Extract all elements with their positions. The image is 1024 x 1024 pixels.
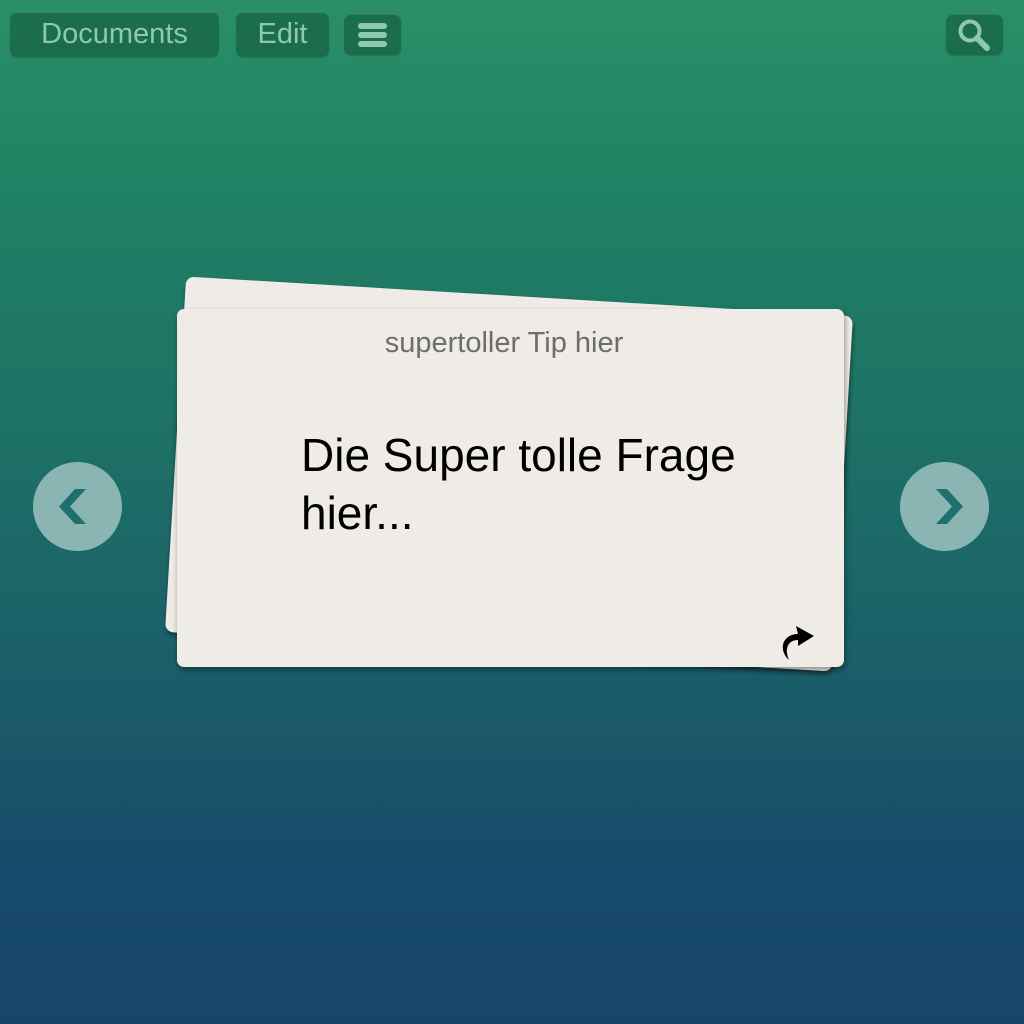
flip-card-button[interactable] [774,619,818,663]
card-question-text: Die Super tolle Frage hier... [301,429,736,539]
previous-card-button[interactable] [33,462,122,551]
curved-arrow-flip-icon [782,626,814,660]
search-button[interactable] [946,14,1003,55]
chevron-right-icon [936,489,963,524]
edit-button[interactable]: Edit [236,12,329,57]
hamburger-menu-icon [358,23,387,50]
search-icon [958,19,990,51]
menu-button[interactable] [344,14,401,55]
next-card-button[interactable] [900,462,989,551]
documents-button[interactable]: Documents [10,12,219,57]
chevron-left-icon [59,489,86,524]
flashcard[interactable]: supertoller Tip hier Die Super tolle Fra… [177,309,844,667]
card-tip-text: supertoller Tip hier [384,327,624,359]
